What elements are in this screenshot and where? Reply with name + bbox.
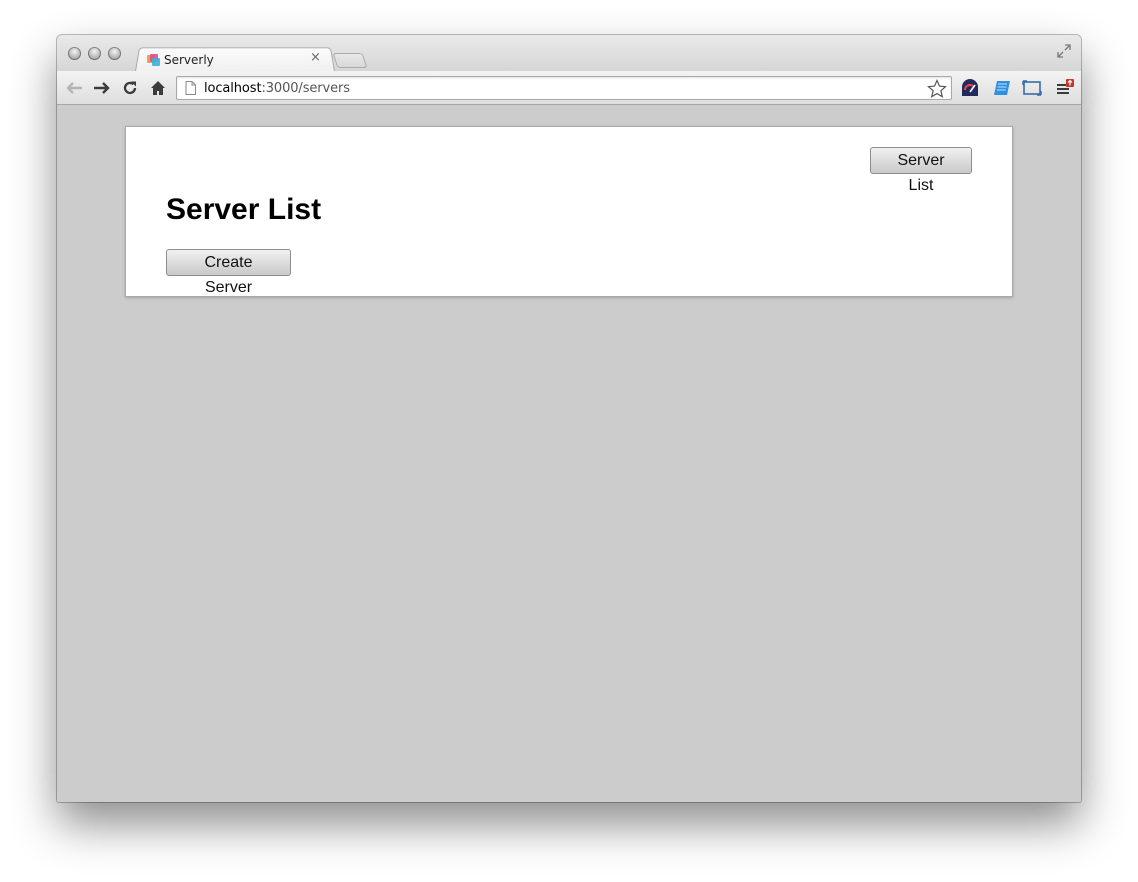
tab-close-icon[interactable]: × xyxy=(310,51,321,65)
server-list-panel: Server List Server List Create Server xyxy=(125,126,1013,297)
address-bar[interactable]: localhost:3000/servers xyxy=(176,76,952,100)
tab-label-group: Serverly xyxy=(147,49,327,71)
browser-toolbar: localhost:3000/servers xyxy=(57,71,1081,105)
page-title: Server List xyxy=(166,193,322,226)
zoom-window-button[interactable] xyxy=(108,47,121,60)
new-tab-button[interactable] xyxy=(332,53,368,68)
create-server-button[interactable]: Create Server xyxy=(166,249,291,296)
url-path: :3000/servers xyxy=(261,81,350,96)
url-host: localhost xyxy=(204,81,262,96)
fullscreen-icon[interactable] xyxy=(1057,44,1071,58)
back-arrow-icon[interactable] xyxy=(64,78,84,98)
speed-tracer-extension-icon[interactable] xyxy=(960,78,980,98)
url-text[interactable]: localhost:3000/servers xyxy=(204,81,350,96)
bookmark-star-icon[interactable] xyxy=(927,79,947,99)
browser-window: Serverly × localhost:3000/servers Server… xyxy=(57,35,1081,802)
serverly-favicon-icon xyxy=(147,53,160,67)
blue-page-extension-icon[interactable] xyxy=(992,78,1012,98)
forward-arrow-icon[interactable] xyxy=(92,78,112,98)
page-viewport: Server List Server List Create Server xyxy=(57,106,1081,802)
home-icon[interactable] xyxy=(148,78,168,98)
close-window-button[interactable] xyxy=(68,47,81,60)
server-list-nav-button[interactable]: Server List xyxy=(870,147,972,194)
minimize-window-button[interactable] xyxy=(88,47,101,60)
window-resizer-extension-icon[interactable] xyxy=(1022,78,1042,98)
tab-title: Serverly xyxy=(164,53,214,67)
chrome-menu-icon[interactable] xyxy=(1055,78,1075,98)
tab-strip: Serverly × xyxy=(57,35,1081,73)
page-icon xyxy=(185,81,196,95)
reload-icon[interactable] xyxy=(120,78,140,98)
